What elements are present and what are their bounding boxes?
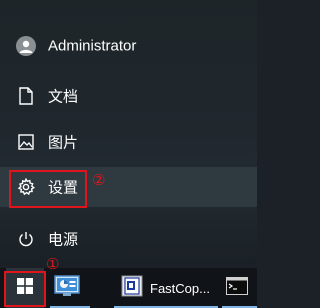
- document-icon: [16, 86, 36, 106]
- windows-logo-icon: [17, 277, 33, 299]
- control-panel-icon: [54, 274, 80, 302]
- menu-item-documents-label: 文档: [48, 88, 79, 106]
- taskbar: FastCop...: [0, 268, 257, 308]
- step-1-marker: ①: [46, 255, 60, 273]
- step-2-marker: ②: [92, 171, 106, 189]
- start-menu: Administrator 文档 图片 设置 电源: [0, 0, 257, 268]
- menu-item-settings-label: 设置: [48, 179, 79, 197]
- menu-item-documents[interactable]: 文档: [0, 76, 257, 116]
- user-name-label: Administrator: [48, 37, 137, 55]
- power-icon: [16, 229, 36, 249]
- menu-item-pictures[interactable]: 图片: [0, 122, 257, 162]
- user-account-item[interactable]: Administrator: [0, 26, 257, 66]
- taskbar-app-fastcopy[interactable]: FastCop...: [114, 268, 218, 308]
- menu-item-pictures-label: 图片: [48, 134, 79, 152]
- taskbar-app-control-panel[interactable]: [50, 268, 90, 308]
- user-avatar-icon: [16, 36, 36, 56]
- command-prompt-icon: [225, 276, 248, 300]
- menu-item-power-label: 电源: [48, 231, 79, 249]
- menu-item-settings[interactable]: 设置: [0, 167, 257, 207]
- start-button[interactable]: [6, 268, 44, 308]
- picture-icon: [16, 132, 36, 152]
- menu-item-power[interactable]: 电源: [0, 219, 257, 259]
- fastcopy-icon: [120, 274, 144, 303]
- taskbar-app-command-prompt[interactable]: [222, 268, 257, 308]
- gear-icon: [16, 177, 36, 197]
- taskbar-app-fastcopy-label: FastCop...: [150, 280, 210, 296]
